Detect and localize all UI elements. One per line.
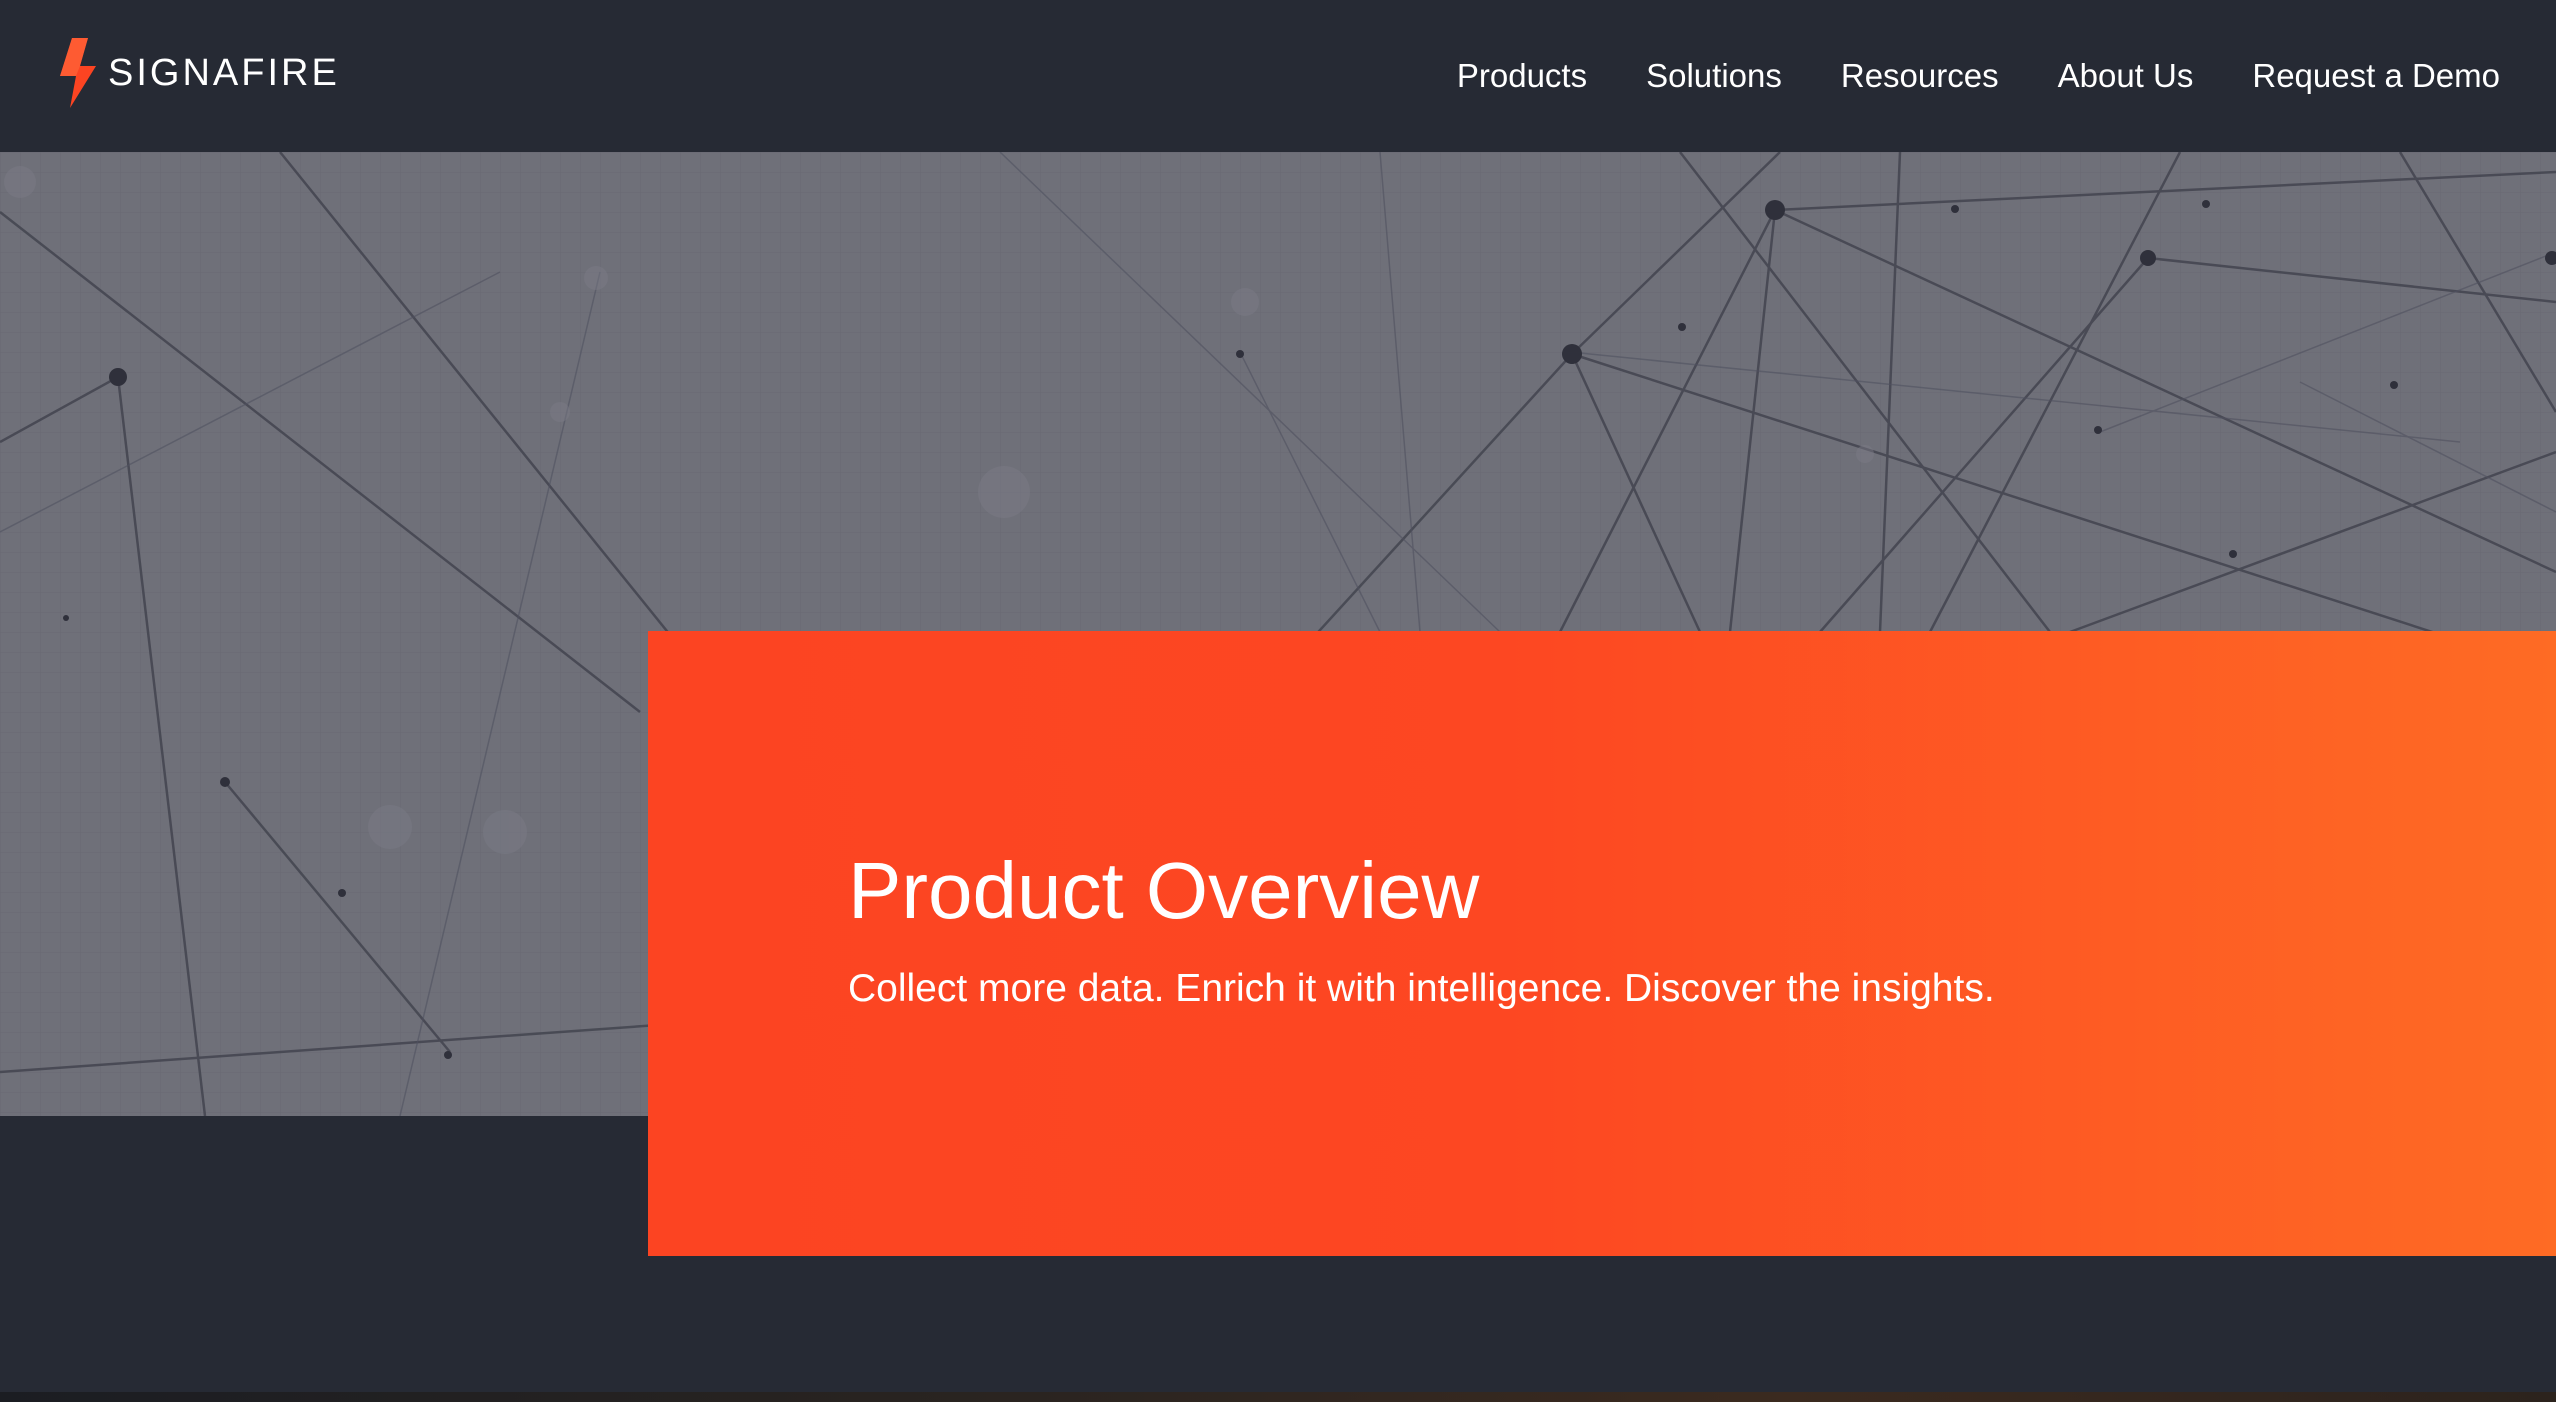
site-header: SIGNAFIRE Products Solutions Resources A… bbox=[0, 0, 2556, 152]
page-subtitle: Collect more data. Enrich it with intell… bbox=[848, 967, 1995, 1010]
nav-item-solutions[interactable]: Solutions bbox=[1646, 48, 1782, 104]
nav-item-products[interactable]: Products bbox=[1457, 48, 1587, 104]
brand-name: SIGNAFIRE bbox=[108, 51, 340, 94]
nav-item-about-us[interactable]: About Us bbox=[2058, 48, 2194, 104]
nav-item-resources[interactable]: Resources bbox=[1841, 48, 1999, 104]
page-title: Product Overview bbox=[848, 846, 1480, 935]
next-section-edge bbox=[0, 1392, 2556, 1402]
nav-item-request-demo[interactable]: Request a Demo bbox=[2252, 48, 2500, 104]
lightning-bolt-icon bbox=[60, 38, 96, 108]
logo-link[interactable]: SIGNAFIRE bbox=[58, 38, 340, 108]
main-nav: Products Solutions Resources About Us Re… bbox=[1457, 48, 2500, 104]
page: SIGNAFIRE Products Solutions Resources A… bbox=[0, 0, 2556, 1402]
product-overview-panel: Product Overview Collect more data. Enri… bbox=[648, 631, 2556, 1256]
